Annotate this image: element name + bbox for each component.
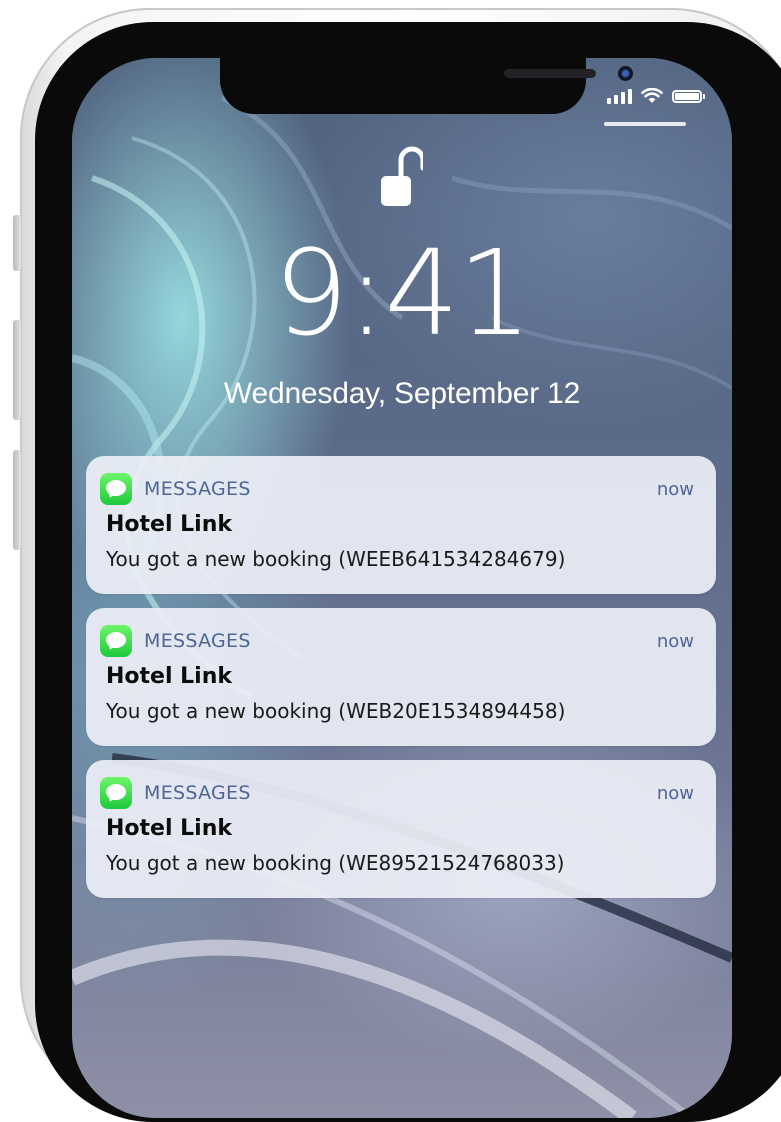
notification-time: now bbox=[656, 478, 694, 500]
earpiece-speaker bbox=[504, 69, 596, 78]
notification-body: You got a new booking (WE89521524768033) bbox=[106, 851, 565, 875]
notch bbox=[220, 58, 633, 114]
messages-app-icon bbox=[100, 777, 132, 809]
volume-up-button bbox=[13, 320, 21, 420]
notification-card[interactable]: MESSAGES now Hotel Link You got a new bo… bbox=[86, 456, 716, 594]
unlocked-padlock-icon bbox=[381, 146, 423, 206]
notification-header: MESSAGES now bbox=[100, 473, 694, 505]
mute-switch bbox=[13, 215, 21, 271]
messages-app-icon bbox=[100, 625, 132, 657]
lock-screen-time: 9:41 bbox=[273, 224, 533, 362]
battery-icon bbox=[672, 89, 705, 103]
notification-title: Hotel Link bbox=[106, 512, 233, 537]
volume-down-button bbox=[13, 450, 21, 550]
notification-app-name: MESSAGES bbox=[144, 782, 251, 804]
notification-card[interactable]: MESSAGES now Hotel Link You got a new bo… bbox=[86, 608, 716, 746]
notification-time: now bbox=[656, 782, 694, 804]
lock-screen: 9:41 Wednesday, September 12 MESSAGES no… bbox=[72, 58, 732, 1118]
battery-level-fill bbox=[675, 92, 699, 100]
status-bar bbox=[607, 88, 705, 104]
wifi-icon bbox=[641, 88, 663, 103]
notification-list: MESSAGES now Hotel Link You got a new bo… bbox=[86, 456, 716, 912]
notification-title: Hotel Link bbox=[106, 816, 233, 841]
control-center-indicator[interactable] bbox=[604, 122, 686, 126]
notification-title: Hotel Link bbox=[106, 664, 233, 689]
notification-header: MESSAGES now bbox=[100, 777, 694, 809]
notification-body: You got a new booking (WEB20E1534894458) bbox=[106, 699, 566, 723]
notification-body: You got a new booking (WEEB641534284679) bbox=[106, 547, 566, 571]
notification-header: MESSAGES now bbox=[100, 625, 694, 657]
cellular-signal-icon bbox=[607, 88, 632, 104]
notification-time: now bbox=[656, 630, 694, 652]
messages-app-icon bbox=[100, 473, 132, 505]
lock-screen-date: Wednesday, September 12 bbox=[223, 377, 581, 410]
notification-app-name: MESSAGES bbox=[144, 630, 251, 652]
notification-card[interactable]: MESSAGES now Hotel Link You got a new bo… bbox=[86, 760, 716, 898]
front-camera bbox=[618, 66, 633, 81]
notification-app-name: MESSAGES bbox=[144, 478, 251, 500]
